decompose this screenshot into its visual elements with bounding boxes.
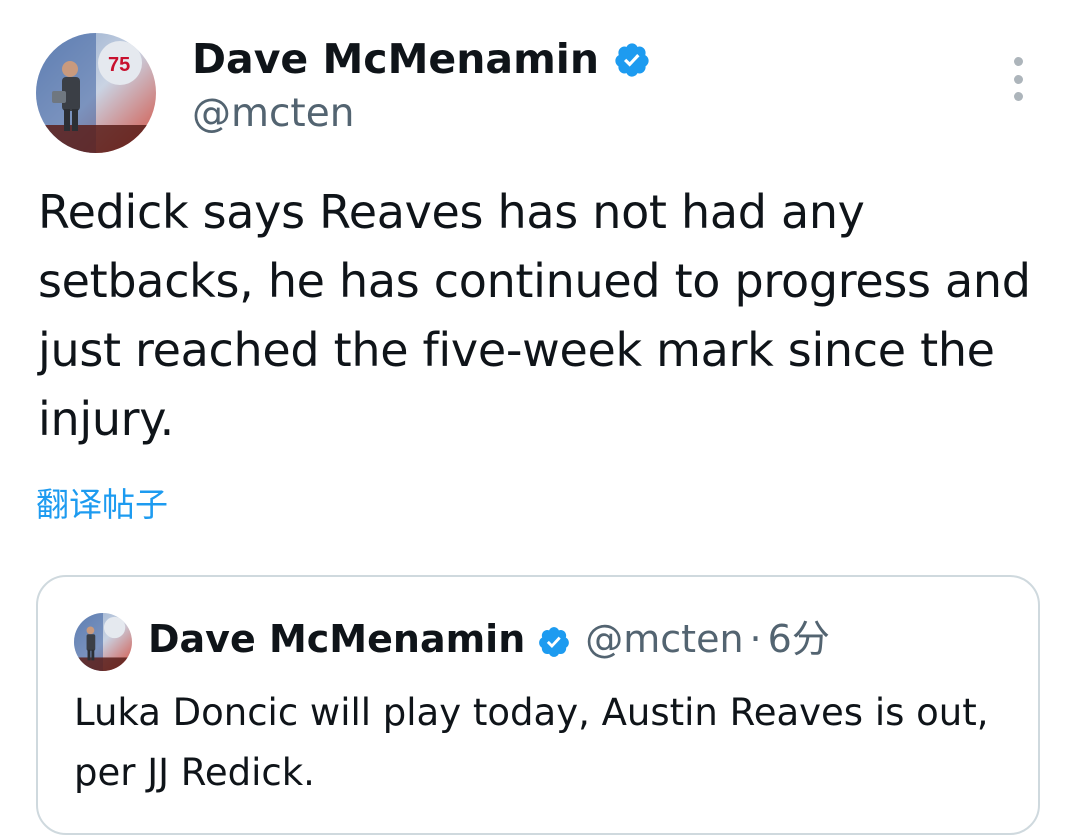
quoted-author-handle[interactable]: @mcten — [585, 615, 743, 663]
more-dot — [1013, 74, 1023, 84]
tweet-text: Redick says Reaves has not had any setba… — [38, 185, 1031, 446]
author-display-name[interactable]: Dave McMenamin — [192, 34, 599, 84]
verified-badge-icon — [613, 40, 651, 78]
translate-post-link[interactable]: 翻译帖子 — [36, 483, 168, 527]
quoted-tweet-header: Dave McMenamin @mcten · 6分 — [148, 615, 830, 663]
svg-text:75: 75 — [108, 54, 130, 76]
separator-dot: · — [749, 617, 762, 661]
author-name-row[interactable]: Dave McMenamin — [192, 34, 651, 84]
author-handle[interactable]: @mcten — [192, 90, 354, 138]
quoted-author-avatar[interactable] — [74, 613, 132, 671]
verified-badge-icon — [537, 622, 571, 657]
more-options-icon[interactable] — [1004, 57, 1032, 101]
quoted-tweet-time[interactable]: 6分 — [768, 615, 830, 663]
more-dot — [1013, 57, 1023, 66]
author-avatar[interactable]: 75 — [36, 33, 156, 153]
quoted-tweet-text: Luka Doncic will play today, Austin Reav… — [74, 691, 989, 794]
more-dot — [1013, 92, 1023, 101]
quoted-tweet-card[interactable]: Dave McMenamin @mcten · 6分 Luka Doncic w… — [36, 575, 1040, 835]
quoted-author-name[interactable]: Dave McMenamin — [148, 615, 525, 663]
